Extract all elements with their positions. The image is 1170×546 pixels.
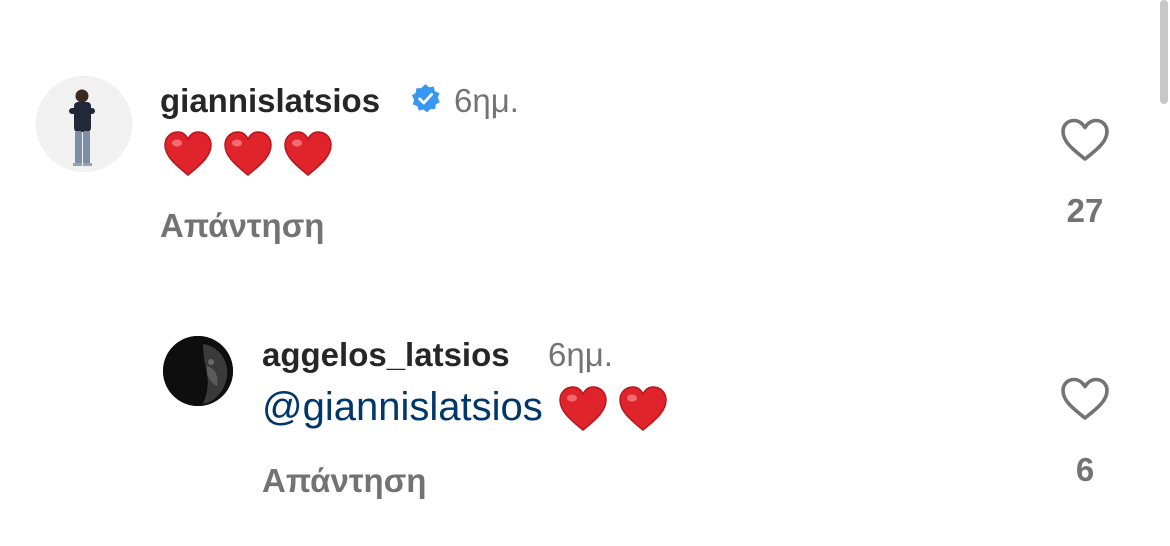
heart-outline-icon[interactable] <box>1059 117 1111 163</box>
comment-timestamp: 6ημ. <box>548 336 613 373</box>
avatar[interactable] <box>36 76 132 172</box>
red-heart-emoji <box>558 385 608 433</box>
scrollbar[interactable] <box>1160 0 1168 104</box>
red-heart-emoji <box>283 130 333 178</box>
comment-text <box>163 130 343 178</box>
avatar-photo <box>163 336 233 406</box>
avatar-photo <box>36 76 132 172</box>
mention-link[interactable]: @giannislatsios <box>262 385 543 429</box>
comment-username[interactable]: aggelos_latsios <box>262 336 510 374</box>
avatar[interactable] <box>163 336 233 406</box>
reply-button[interactable]: Απάντηση <box>262 462 426 500</box>
red-heart-emoji <box>163 130 213 178</box>
comment-timestamp: 6ημ. <box>454 82 519 119</box>
like-count: 6 <box>1075 451 1095 488</box>
heart-outline-icon[interactable] <box>1059 376 1111 422</box>
red-heart-emoji <box>618 385 668 433</box>
red-heart-emoji <box>223 130 273 178</box>
reply-button[interactable]: Απάντηση <box>160 207 324 245</box>
verified-badge-icon <box>411 84 440 113</box>
comment-text: @giannislatsios <box>262 385 678 433</box>
comment-username[interactable]: giannislatsios <box>160 82 380 120</box>
like-count: 27 <box>1066 192 1104 229</box>
